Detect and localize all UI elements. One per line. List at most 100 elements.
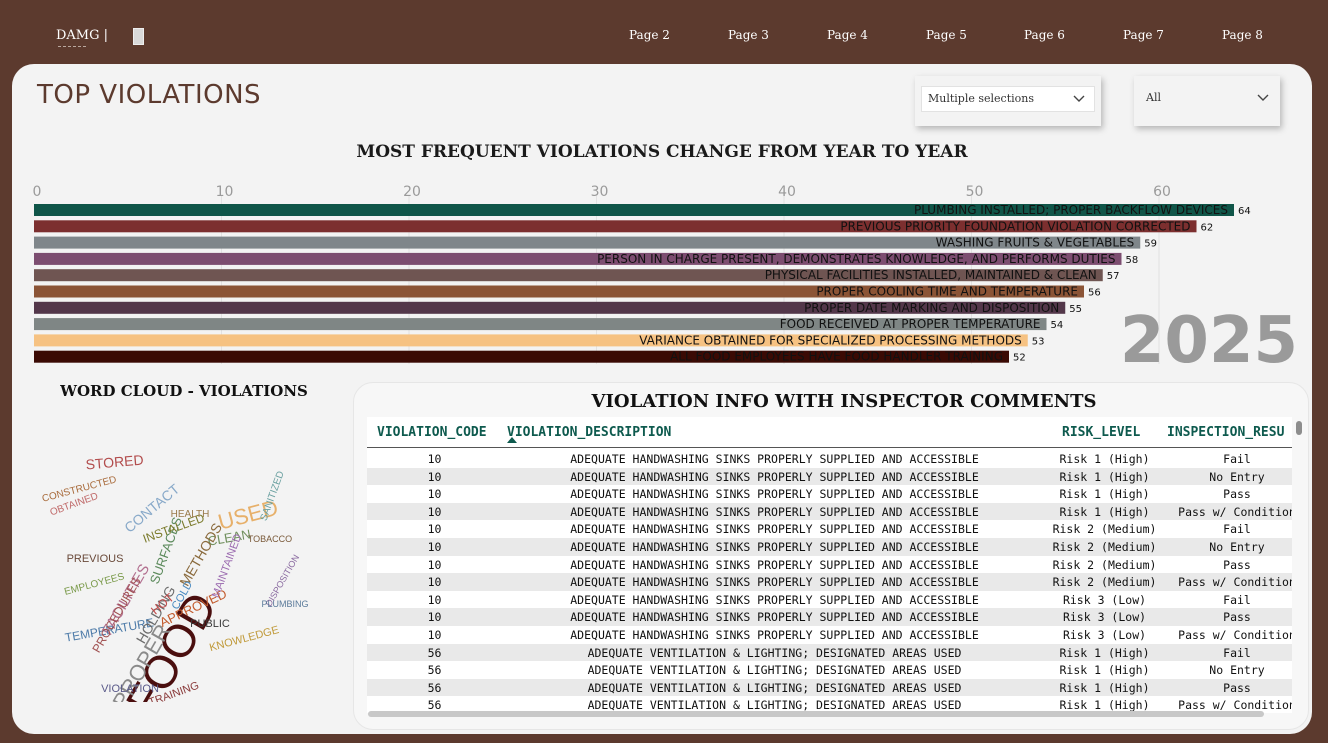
cell-violation-code: 56 <box>427 663 442 678</box>
nav-page-2[interactable]: Page 2 <box>629 28 670 42</box>
report-canvas: TOP VIOLATIONS Multiple selections All M… <box>12 64 1312 734</box>
violation-table-card: VIOLATION INFO WITH INSPECTOR COMMENTS V… <box>353 382 1309 730</box>
column-header-risk-level[interactable]: RISK_LEVEL <box>1062 425 1140 440</box>
table-row[interactable]: 10 ADEQUATE HANDWASHING SINKS PROPERLY SU… <box>367 608 1292 626</box>
table-row[interactable]: 56 ADEQUATE VENTILATION & LIGHTING; DESIG… <box>367 643 1292 662</box>
x-tick-label: 0 <box>33 184 42 200</box>
bar-group[interactable]: PERSON IN CHARGE PRESENT, DEMONSTRATES K… <box>34 252 1138 266</box>
bar-group[interactable]: FOOD RECEIVED AT PROPER TEMPERATURE 54 <box>34 317 1063 331</box>
cell-violation-code: 10 <box>427 469 442 484</box>
table-row[interactable]: 10 ADEQUATE HANDWASHING SINKS PROPERLY SU… <box>367 591 1292 609</box>
wordcloud-title: WORD CLOUD - VIOLATIONS <box>60 382 308 400</box>
cell-risk-level: Risk 2 (Medium) <box>1052 557 1157 572</box>
bar-category-label: PREVIOUS PRIORITY FOUNDATION VIOLATION C… <box>840 219 1190 233</box>
bar-group[interactable]: PROPER DATE MARKING AND DISPOSITION 55 <box>34 301 1082 315</box>
bar-group[interactable]: PREVIOUS PRIORITY FOUNDATION VIOLATION C… <box>34 219 1213 233</box>
year-slicer-dropdown[interactable]: Multiple selections <box>921 86 1095 112</box>
cell-inspection-result: Pass w/ Condition <box>1178 504 1292 519</box>
table-row[interactable]: 10 ADEQUATE HANDWASHING SINKS PROPERLY SU… <box>367 502 1292 521</box>
table-row[interactable]: 10 ADEQUATE HANDWASHING SINKS PROPERLY SU… <box>367 450 1292 468</box>
cell-inspection-result: Pass w/ Condition <box>1178 627 1292 642</box>
table-row[interactable]: 10 ADEQUATE HANDWASHING SINKS PROPERLY SU… <box>367 573 1292 591</box>
year-card-value: 2025 <box>1119 304 1298 378</box>
word-cloud-word[interactable]: STORED <box>85 452 144 473</box>
page-title: TOP VIOLATIONS <box>37 80 262 110</box>
cell-violation-description: ADEQUATE HANDWASHING SINKS PROPERLY SUPP… <box>570 452 979 466</box>
word-cloud-word[interactable]: PUBLIC <box>190 618 230 630</box>
table-row[interactable]: 10 ADEQUATE HANDWASHING SINKS PROPERLY SU… <box>367 485 1292 503</box>
nav-page-4[interactable]: Page 4 <box>827 28 868 42</box>
cell-violation-code: 10 <box>427 452 442 466</box>
nav-page-7[interactable]: Page 7 <box>1123 28 1164 42</box>
cell-violation-code: 10 <box>427 627 442 642</box>
cell-risk-level: Risk 2 (Medium) <box>1052 539 1157 554</box>
filter-slicer-value: All <box>1146 91 1161 104</box>
bar-group[interactable]: VARIANCE OBTAINED FOR SPECIALIZED PROCES… <box>34 333 1044 347</box>
word-cloud-word[interactable]: EMPLOYEES <box>63 571 126 598</box>
nav-page-8[interactable]: Page 8 <box>1222 28 1263 42</box>
table-row[interactable]: 10 ADEQUATE HANDWASHING SINKS PROPERLY SU… <box>367 520 1292 538</box>
table-row[interactable]: 10 ADEQUATE HANDWASHING SINKS PROPERLY SU… <box>367 626 1292 644</box>
cell-risk-level: Risk 1 (High) <box>1059 452 1150 466</box>
column-header-violation-description[interactable]: VIOLATION_DESCRIPTION <box>507 425 671 440</box>
bar-group[interactable]: PLUMBING INSTALLED; PROPER BACKFLOW DEVI… <box>34 203 1251 217</box>
table-header: VIOLATION_CODE VIOLATION_DESCRIPTION RIS… <box>367 417 1292 448</box>
bar-group[interactable]: PHYSICAL FACILITIES INSTALLED, MAINTAINE… <box>34 268 1119 282</box>
data-label: 52 <box>1013 353 1026 364</box>
violation-table[interactable]: VIOLATION_CODE VIOLATION_DESCRIPTION RIS… <box>367 417 1292 713</box>
cell-violation-code: 10 <box>427 610 442 625</box>
cell-violation-description: ADEQUATE HANDWASHING SINKS PROPERLY SUPP… <box>570 627 979 642</box>
bar-category-label: WASHING FRUITS & VEGETABLES <box>936 236 1135 250</box>
filter-slicer-dropdown[interactable]: All <box>1140 86 1278 110</box>
bar-category-label: PHYSICAL FACILITIES INSTALLED, MAINTAINE… <box>765 268 1097 282</box>
column-header-inspection-result[interactable]: INSPECTION_RESU <box>1167 425 1284 440</box>
bookmark-icon[interactable] <box>133 28 144 45</box>
bar-group[interactable]: ALL FOOD EMPLOYEES HAVE FOOD HANDLER TRA… <box>34 350 1026 364</box>
sort-ascending-icon <box>507 437 517 443</box>
bar-category-label: PROPER DATE MARKING AND DISPOSITION <box>804 301 1059 315</box>
data-label: 62 <box>1201 222 1214 233</box>
cell-violation-description: ADEQUATE HANDWASHING SINKS PROPERLY SUPP… <box>570 469 979 484</box>
nav-page-3[interactable]: Page 3 <box>728 28 769 42</box>
brand-underline <box>58 46 86 47</box>
table-row[interactable]: 10 ADEQUATE HANDWASHING SINKS PROPERLY SU… <box>367 556 1292 574</box>
table-row[interactable]: 56 ADEQUATE VENTILATION & LIGHTING; DESIG… <box>367 678 1292 697</box>
bar-group[interactable]: WASHING FRUITS & VEGETABLES 59 <box>34 236 1157 250</box>
table-title: VIOLATION INFO WITH INSPECTOR COMMENTS <box>591 391 1097 412</box>
table-row[interactable]: 10 ADEQUATE HANDWASHING SINKS PROPERLY SU… <box>367 467 1292 486</box>
cell-inspection-result: Fail <box>1223 645 1251 660</box>
word-cloud-word[interactable]: PREVIOUS <box>67 553 124 565</box>
x-tick-label: 20 <box>403 184 421 200</box>
cell-violation-code: 10 <box>427 539 442 554</box>
chevron-down-icon <box>1072 89 1086 110</box>
nav-page-6[interactable]: Page 6 <box>1024 28 1065 42</box>
cell-inspection-result: No Entry <box>1209 663 1265 678</box>
bar-group[interactable]: PROPER COOLING TIME AND TEMPERATURE 56 <box>34 285 1101 299</box>
word-cloud-word[interactable]: TOBACCO <box>248 534 292 544</box>
cell-inspection-result: Fail <box>1223 452 1251 466</box>
table-row[interactable]: 56 ADEQUATE VENTILATION & LIGHTING; DESIG… <box>367 661 1292 679</box>
table-row[interactable]: 10 ADEQUATE HANDWASHING SINKS PROPERLY SU… <box>367 537 1292 556</box>
vertical-scrollbar[interactable] <box>1296 421 1302 435</box>
bar-category-label: FOOD RECEIVED AT PROPER TEMPERATURE <box>780 317 1041 331</box>
cell-risk-level: Risk 2 (Medium) <box>1052 522 1157 537</box>
x-tick-label: 40 <box>778 184 796 200</box>
data-label: 64 <box>1238 206 1251 217</box>
cell-inspection-result: Pass <box>1223 557 1251 572</box>
violations-bar-chart: 0 10 20 30 40 50 60 PLUMBING INSTALLED; PROPER … <box>33 184 1251 364</box>
cell-risk-level: Risk 1 (High) <box>1059 487 1150 502</box>
nav-page-5[interactable]: Page 5 <box>926 28 967 42</box>
cell-violation-description: ADEQUATE HANDWASHING SINKS PROPERLY SUPP… <box>570 539 979 554</box>
cell-violation-code: 56 <box>427 680 442 695</box>
word-cloud-word[interactable]: PLUMBING <box>261 599 308 609</box>
year-slicer-value: Multiple selections <box>928 92 1035 105</box>
cell-inspection-result: Pass <box>1223 610 1251 625</box>
x-tick-label: 50 <box>966 184 984 200</box>
horizontal-scrollbar[interactable] <box>368 711 1264 717</box>
word-cloud-word[interactable]: HEALTH <box>171 509 210 520</box>
word-cloud-word[interactable]: VIOLATION <box>101 683 159 695</box>
cell-inspection-result: Fail <box>1223 592 1251 607</box>
x-tick-label: 60 <box>1153 184 1171 200</box>
column-header-violation-code[interactable]: VIOLATION_CODE <box>377 425 487 440</box>
data-label: 54 <box>1051 320 1064 331</box>
